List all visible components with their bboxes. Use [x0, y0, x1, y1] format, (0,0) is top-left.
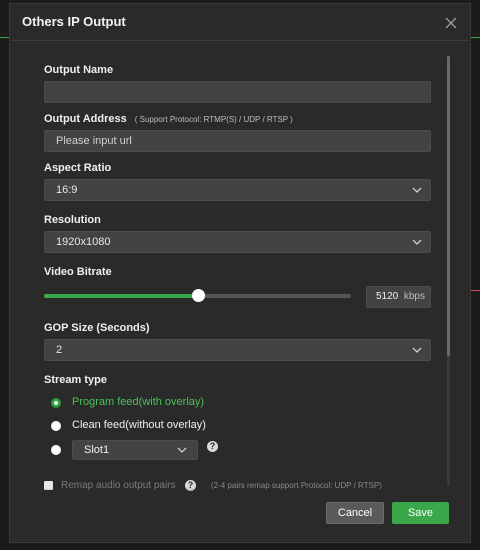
header-divider [10, 40, 470, 41]
scrollbar-thumb[interactable] [447, 56, 450, 356]
clean-feed-label: Clean feed(without overlay) [72, 419, 206, 431]
aspect-ratio-label: Aspect Ratio [44, 162, 112, 174]
slot-select[interactable]: Slot1 [72, 440, 198, 460]
output-name-label: Output Name [44, 64, 114, 76]
chevron-down-icon [412, 187, 422, 193]
footer-fade [10, 488, 470, 500]
chevron-down-icon [412, 239, 422, 245]
radio-button[interactable] [51, 421, 61, 431]
video-bitrate-slider-fill [44, 294, 198, 298]
help-icon[interactable]: ? [207, 441, 218, 452]
video-bitrate-label: Video Bitrate [44, 266, 112, 278]
gop-size-label: GOP Size (Seconds) [44, 322, 150, 334]
dialog-title: Others IP Output [22, 14, 126, 29]
output-name-input[interactable] [44, 81, 431, 103]
others-ip-output-dialog: Others IP Output Output Name Output Addr… [9, 3, 471, 543]
video-bitrate-input[interactable]: 5120 kbps [366, 286, 431, 308]
save-button[interactable]: Save [392, 502, 449, 524]
aspect-ratio-select[interactable]: 16:9 [44, 179, 431, 201]
chevron-down-icon [412, 347, 422, 353]
output-address-hint: ( Support Protocol: RTMP(S) / UDP / RTSP… [134, 115, 293, 124]
stream-type-label: Stream type [44, 374, 107, 386]
resolution-label: Resolution [44, 214, 101, 226]
background-line [471, 37, 480, 38]
resolution-select[interactable]: 1920x1080 [44, 231, 431, 253]
resolution-value: 1920x1080 [56, 236, 111, 248]
video-bitrate-slider[interactable] [44, 289, 351, 302]
video-bitrate-slider-handle[interactable] [191, 289, 205, 302]
radio-button[interactable] [51, 445, 61, 455]
program-feed-label: Program feed(with overlay) [72, 396, 205, 408]
dialog-header: Others IP Output [10, 4, 470, 41]
output-address-label-text: Output Address [44, 113, 127, 125]
output-address-label: Output Address ( Support Protocol: RTMP(S… [44, 113, 293, 125]
output-address-input[interactable]: Please input url [44, 130, 431, 152]
gop-size-value: 2 [56, 344, 63, 356]
background-line [0, 37, 9, 38]
video-bitrate-unit: kbps [403, 291, 425, 302]
gop-size-select[interactable]: 2 [44, 339, 431, 361]
output-address-placeholder: Please input url [56, 135, 132, 147]
close-icon[interactable] [444, 16, 458, 30]
video-bitrate-value: 5120 [376, 291, 399, 302]
background-line [471, 290, 480, 291]
radio-button[interactable] [51, 398, 61, 408]
scrollbar[interactable] [447, 56, 450, 486]
cancel-button[interactable]: Cancel [326, 502, 384, 524]
aspect-ratio-value: 16:9 [56, 184, 78, 196]
chevron-down-icon [177, 447, 187, 453]
slot-value: Slot1 [84, 444, 110, 456]
